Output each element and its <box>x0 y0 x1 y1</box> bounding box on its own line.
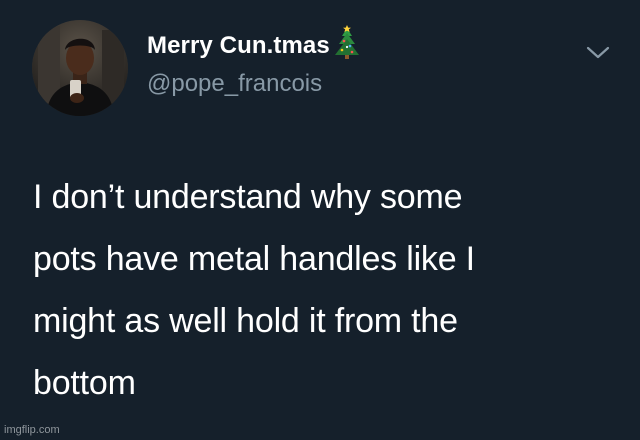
avatar[interactable] <box>32 20 128 116</box>
tweet-text-line: pots have metal handles like I <box>33 240 475 278</box>
tweet-card: Merry Cun.tmas @pope_francois I don’t un… <box>0 0 640 440</box>
user-handle[interactable]: @pope_francois <box>147 70 322 98</box>
tweet-text-line: might as well hold it from the <box>33 302 458 340</box>
tweet-text-line: bottom <box>33 364 136 402</box>
chevron-down-icon[interactable] <box>583 40 613 64</box>
christmas-tree-icon <box>332 25 362 61</box>
watermark: imgflip.com <box>4 424 60 436</box>
tweet-text-line: I don’t understand why some <box>33 178 463 216</box>
avatar-photo <box>32 20 128 116</box>
display-name-row: Merry Cun.tmas <box>147 25 362 61</box>
tweet-text: I don’t understand why some pots have me… <box>33 166 623 414</box>
display-name[interactable]: Merry Cun.tmas <box>147 32 330 60</box>
